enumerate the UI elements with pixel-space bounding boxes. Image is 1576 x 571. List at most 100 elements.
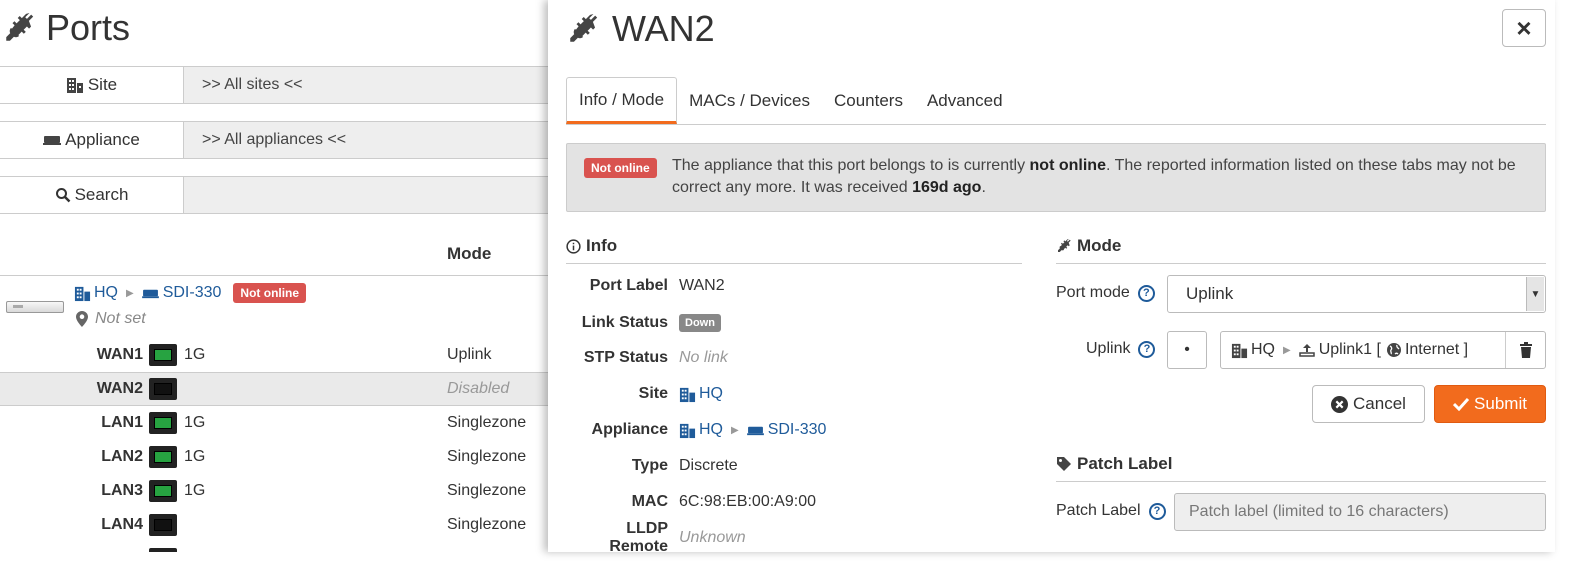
plug-icon	[6, 12, 34, 41]
site-filter-row[interactable]: Site >> All sites <<	[0, 66, 551, 104]
uplink-label: Uplink ?	[1086, 340, 1156, 358]
port-mode: Singlezone	[447, 516, 527, 533]
appliance-filter-select[interactable]: >> All appliances <<	[184, 122, 551, 158]
building-icon	[66, 78, 83, 93]
port-speed: 1G	[184, 448, 206, 465]
trash-icon[interactable]	[1505, 332, 1545, 368]
info-row-lldp: LLDP Remote Unknown	[609, 520, 746, 552]
port-name: LAN2	[101, 448, 143, 465]
tab-advanced[interactable]: Advanced	[915, 78, 1015, 124]
patch-label-label: Patch Label ?	[1056, 502, 1166, 520]
port-row-wan2[interactable]: WAN2 Disabled	[0, 372, 551, 406]
site-link[interactable]: HQ	[699, 385, 723, 403]
port-mode-label: Port mode ?	[1056, 284, 1155, 302]
uplink-radio-button[interactable]: •	[1167, 331, 1207, 369]
map-marker-icon	[76, 311, 88, 327]
chevron-right-icon: ▶	[126, 287, 134, 299]
port-name: LAN1	[101, 414, 143, 431]
port-mode: Singlezone	[447, 414, 527, 431]
building-icon	[679, 423, 696, 438]
column-header-mode[interactable]: Mode	[447, 244, 491, 264]
help-icon[interactable]: ?	[1137, 284, 1155, 302]
port-name: WAN1	[96, 346, 143, 363]
port-mode: Disabled	[447, 380, 510, 397]
search-input[interactable]	[184, 177, 551, 213]
port-name: LAN4	[101, 516, 143, 533]
port-mode-select[interactable]: Uplink ▼	[1167, 275, 1546, 313]
appliance-group-row[interactable]: HQ ▶ SDI-330 Not online Not set	[0, 280, 551, 336]
header-divider	[0, 275, 551, 276]
port-row-lan2[interactable]: LAN2 1G Singlezone	[0, 440, 551, 474]
info-divider	[566, 263, 1022, 264]
port-row-lan3[interactable]: LAN3 1G Singlezone	[0, 474, 551, 508]
patch-label-input[interactable]: Patch label (limited to 16 characters)	[1174, 493, 1546, 531]
tab-macs-devices[interactable]: MACs / Devices	[677, 78, 822, 124]
info-section-heading: Info	[566, 236, 617, 256]
help-icon[interactable]: ?	[1148, 502, 1166, 520]
info-row-stp-status: STP Status No link	[583, 349, 728, 366]
page-title-text: Ports	[46, 7, 131, 48]
tab-counters[interactable]: Counters	[822, 78, 915, 124]
port-row-lan1[interactable]: LAN1 1G Singlezone	[0, 406, 551, 440]
appliance-icon	[141, 289, 159, 298]
appliance-filter-row[interactable]: Appliance >> All appliances <<	[0, 121, 551, 159]
help-icon[interactable]: ?	[1138, 340, 1156, 358]
cancel-button[interactable]: Cancel	[1312, 385, 1425, 423]
appliance-icon	[43, 136, 62, 145]
port-row-lan4[interactable]: LAN4 Singlezone	[0, 508, 551, 542]
search-icon	[55, 188, 70, 203]
port-name: WAN2	[96, 380, 143, 397]
link-status-badge: Down	[679, 314, 721, 332]
info-row-appliance: Appliance HQ ▶ SDI-330	[591, 421, 827, 439]
check-icon	[1453, 397, 1470, 411]
appliance-image	[6, 301, 64, 313]
chevron-right-icon: ▶	[731, 424, 739, 436]
port-speed: 1G	[184, 482, 206, 499]
ethernet-port-icon	[149, 514, 177, 536]
mode-divider	[1056, 263, 1546, 264]
appliance-link[interactable]: SDI-330	[163, 284, 222, 302]
site-link[interactable]: HQ	[94, 284, 118, 302]
uplink-icon	[1298, 344, 1315, 357]
plug-icon	[1058, 238, 1071, 252]
close-icon: ×	[1516, 12, 1532, 43]
appliance-icon	[746, 426, 764, 435]
ports-list-panel: Ports Site >> All sites << Appliance >> …	[0, 0, 552, 552]
info-row-site: Site HQ	[638, 385, 723, 403]
port-mode: Singlezone	[447, 482, 527, 499]
panel-title-text: WAN2	[612, 8, 715, 49]
ethernet-port-icon	[149, 344, 177, 366]
mode-section-heading: Mode	[1056, 236, 1121, 256]
port-speed: 1G	[184, 346, 206, 363]
tab-bar: Info / Mode MACs / Devices Counters Adva…	[566, 77, 1546, 125]
port-mode: Singlezone	[447, 448, 527, 465]
tag-icon	[1057, 457, 1071, 471]
port-row-partial	[0, 542, 551, 552]
patch-label-section-heading: Patch Label	[1056, 454, 1172, 474]
info-row-mac: MAC 6C:98:EB:00:A9:00	[631, 493, 816, 510]
chevron-down-icon: ▼	[1526, 277, 1544, 311]
ethernet-port-icon	[149, 378, 177, 400]
port-mode: Uplink	[447, 346, 492, 363]
status-badge: Not online	[584, 158, 657, 178]
info-row-link-status: Link Status Down	[566, 311, 1026, 335]
appliance-link[interactable]: SDI-330	[768, 421, 827, 439]
search-filter-row[interactable]: Search	[0, 176, 551, 214]
site-filter-select[interactable]: >> All sites <<	[184, 67, 551, 103]
site-link[interactable]: HQ	[699, 421, 723, 439]
submit-button[interactable]: Submit	[1434, 385, 1546, 423]
port-speed: 1G	[184, 414, 206, 431]
ethernet-port-icon	[149, 446, 177, 468]
cancel-icon	[1331, 395, 1349, 413]
uplink-selector[interactable]: HQ ▶ Uplink1 [ Internet ]	[1220, 331, 1546, 369]
chevron-right-icon: ▶	[1283, 344, 1291, 356]
patch-divider	[1056, 481, 1546, 482]
tab-info-mode[interactable]: Info / Mode	[566, 77, 678, 124]
port-detail-panel: WAN2 × Info / Mode MACs / Devices Counte…	[548, 0, 1555, 552]
port-row-wan1[interactable]: WAN1 1G Uplink	[0, 338, 551, 372]
globe-icon	[1386, 343, 1401, 357]
close-button[interactable]: ×	[1502, 9, 1546, 47]
offline-alert: Not online The appliance that this port …	[566, 143, 1546, 212]
info-icon	[566, 238, 581, 254]
site-filter-label: Site	[0, 67, 184, 103]
